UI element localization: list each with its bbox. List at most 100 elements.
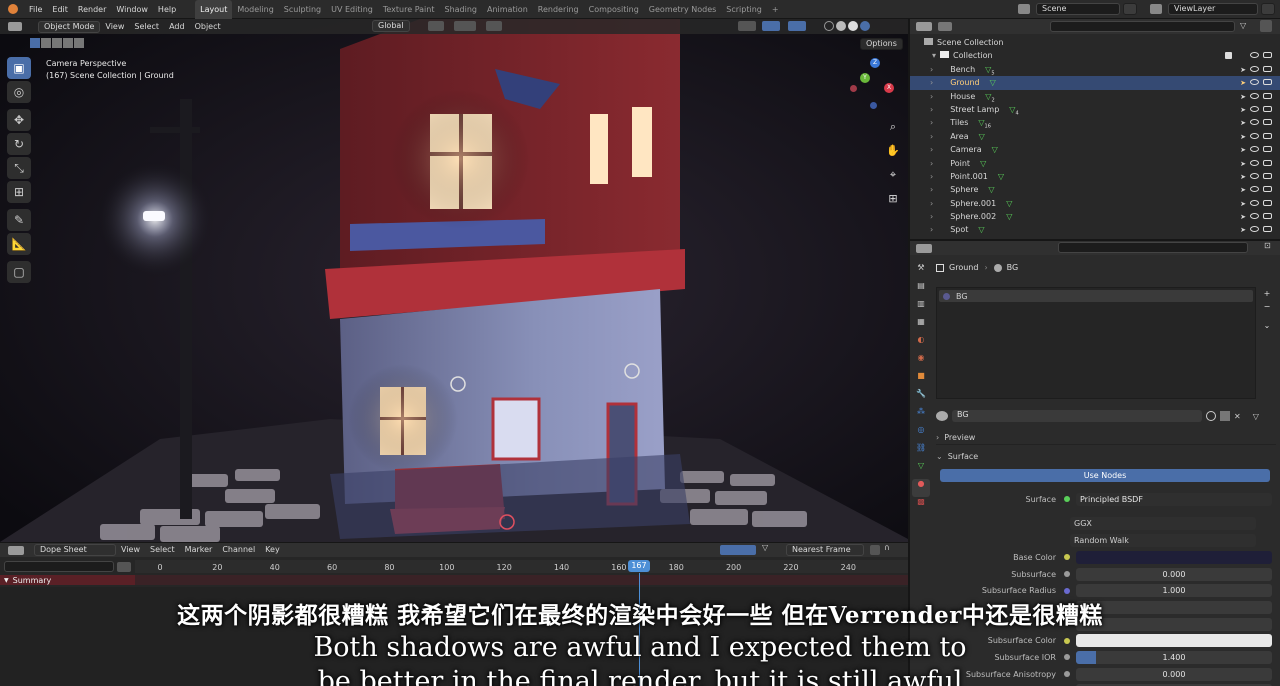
select-extend-icon[interactable] <box>41 38 51 48</box>
eye-icon[interactable] <box>1250 199 1259 206</box>
snap-mode-dropdown[interactable]: Nearest Frame <box>786 544 864 556</box>
outliner-item-ground[interactable]: › Ground ▽ ➤ <box>910 76 1280 90</box>
particles-tab-icon[interactable]: ⁂ <box>912 407 930 425</box>
view-layer-tab-icon[interactable]: ▦ <box>912 317 930 335</box>
pan-hand-icon[interactable]: ✋ <box>885 139 901 163</box>
camera-render-icon[interactable] <box>1263 79 1272 86</box>
select-arrow-icon[interactable]: ➤ <box>1240 77 1246 90</box>
distribution-dropdown[interactable]: GGX <box>1070 517 1256 530</box>
collapse-arrow-icon[interactable]: ▾ <box>932 51 936 60</box>
eye-icon[interactable] <box>1250 213 1259 220</box>
outliner-item-point[interactable]: › Point ▽ ➤ <box>910 157 1280 170</box>
transform-tool-icon[interactable]: ⊞ <box>7 181 31 203</box>
camera-render-icon[interactable] <box>1263 132 1272 139</box>
menu-edit[interactable]: Edit <box>47 0 73 19</box>
gizmo-z-axis[interactable]: Z <box>870 58 880 68</box>
dopesheet-menu-marker[interactable]: Marker <box>180 543 218 557</box>
mesh-data-icon[interactable]: ▽ <box>988 185 994 194</box>
frame-ruler[interactable]: 0 20 40 60 80 100 120 140 160 180 200 220 240 <box>135 560 908 573</box>
camera-render-icon[interactable] <box>1263 226 1272 233</box>
material-tab-icon[interactable]: ● <box>912 479 930 497</box>
workspace-tab-layout[interactable]: Layout <box>195 0 233 19</box>
new-viewlayer-icon[interactable] <box>1261 3 1275 15</box>
timeline-divider[interactable] <box>0 542 908 543</box>
3d-viewport[interactable]: Object Mode View Select Add Object Globa… <box>0 19 908 542</box>
slot-specials-icon[interactable]: ⌄ <box>1260 319 1274 332</box>
viewport-menu-view[interactable]: View <box>100 19 129 34</box>
display-mode-icon[interactable] <box>938 22 952 31</box>
pivot-icon[interactable] <box>428 21 444 31</box>
camera-render-icon[interactable] <box>1263 65 1272 72</box>
summary-channel[interactable]: ▼ Summary <box>0 575 135 585</box>
select-arrow-icon[interactable]: ➤ <box>1240 104 1246 117</box>
gizmo-toggle-icon[interactable] <box>762 21 780 31</box>
use-nodes-button[interactable]: Use Nodes <box>940 469 1270 482</box>
camera-render-icon[interactable] <box>1263 199 1272 206</box>
select-arrow-icon[interactable]: ➤ <box>1240 211 1246 224</box>
surface-shader-field[interactable]: Principled BSDF <box>1076 492 1272 506</box>
falloff-icon[interactable]: ∩ <box>884 543 890 552</box>
camera-render-icon[interactable] <box>1263 52 1272 59</box>
measure-tool-icon[interactable]: 📐 <box>7 233 31 255</box>
material-name-field[interactable]: BG <box>952 410 1202 422</box>
mode-dropdown[interactable]: Object Mode <box>38 20 101 33</box>
camera-render-icon[interactable] <box>1263 105 1272 112</box>
menu-render[interactable]: Render <box>73 0 111 19</box>
exclude-checkbox[interactable] <box>1225 52 1232 60</box>
dopesheet-editor-type-icon[interactable] <box>8 545 24 555</box>
unlink-material-icon[interactable]: ✕ <box>1234 412 1241 421</box>
expand-arrow-icon[interactable]: › <box>930 132 933 141</box>
properties-editor-type-icon[interactable] <box>916 243 932 253</box>
outliner-item-sphere-002[interactable]: › Sphere.002 ▽ ➤ <box>910 210 1280 223</box>
data-tab-icon[interactable]: ▽ <box>912 461 930 479</box>
constraints-tab-icon[interactable]: ⛓ <box>912 443 930 461</box>
outliner-item-tiles[interactable]: › Tiles ▽16 ➤ <box>910 116 1280 130</box>
eye-icon[interactable] <box>1250 186 1259 193</box>
outliner-item-point-001[interactable]: › Point.001 ▽ ➤ <box>910 170 1280 183</box>
outliner-item-camera[interactable]: › Camera ▽ ➤ <box>910 143 1280 156</box>
workspace-tab-rendering[interactable]: Rendering <box>533 0 584 19</box>
camera-render-icon[interactable] <box>1263 186 1272 193</box>
object-tab-icon[interactable]: ■ <box>912 371 930 389</box>
workspace-tab-scripting[interactable]: Scripting <box>721 0 767 19</box>
mesh-data-icon[interactable]: ▽ <box>992 145 998 154</box>
overlay-toggle-icon[interactable] <box>788 21 806 31</box>
select-subtract-icon[interactable] <box>52 38 62 48</box>
expand-arrow-icon[interactable]: › <box>930 78 933 87</box>
material-shading-icon[interactable] <box>848 21 858 31</box>
current-frame-indicator[interactable]: 167 <box>627 560 650 572</box>
output-tab-icon[interactable]: ▥ <box>912 299 930 317</box>
dopesheet-filter-icon[interactable]: ▽ <box>762 543 768 552</box>
pin-icon[interactable]: ⊡ <box>1264 241 1271 250</box>
world-tab-icon[interactable]: ◉ <box>912 353 930 371</box>
expand-arrow-icon[interactable]: › <box>930 172 933 181</box>
snap-icon[interactable] <box>454 21 476 31</box>
viewport-menu-select[interactable]: Select <box>129 19 164 34</box>
select-box-tool-icon[interactable]: ▣ <box>7 57 31 79</box>
proportional-icon[interactable] <box>870 545 880 555</box>
select-arrow-icon[interactable]: ➤ <box>1240 144 1246 157</box>
editor-type-icon[interactable] <box>8 22 22 31</box>
expand-arrow-icon[interactable]: › <box>930 159 933 168</box>
select-arrow-icon[interactable]: ➤ <box>1240 171 1246 184</box>
mesh-data-icon[interactable]: ▽ <box>998 172 1004 181</box>
mesh-data-icon[interactable]: ▽ <box>990 78 996 87</box>
select-arrow-icon[interactable]: ➤ <box>1240 64 1246 77</box>
summary-keyframe-track[interactable] <box>135 575 908 585</box>
horizontal-area-divider[interactable] <box>910 239 1280 241</box>
proportional-edit-icon[interactable] <box>486 21 502 31</box>
sync-visibility-icon[interactable] <box>117 561 131 572</box>
expand-arrow-icon[interactable]: › <box>930 65 933 74</box>
eye-icon[interactable] <box>1250 226 1259 233</box>
physics-tab-icon[interactable]: ◎ <box>912 425 930 443</box>
summary-expand-icon[interactable]: ▼ <box>4 577 9 584</box>
perspective-toggle-icon[interactable]: ⊞ <box>885 187 901 211</box>
expand-arrow-icon[interactable]: › <box>930 105 933 114</box>
eye-icon[interactable] <box>1250 92 1259 99</box>
dopesheet-menu-view[interactable]: View <box>116 543 145 557</box>
gizmo-y-axis[interactable]: Y <box>860 73 870 83</box>
material-filter-icon[interactable]: ▽ <box>1253 412 1259 421</box>
workspace-tab-animation[interactable]: Animation <box>482 0 533 19</box>
eye-icon[interactable] <box>1250 159 1259 166</box>
solid-shading-icon[interactable] <box>836 21 846 31</box>
